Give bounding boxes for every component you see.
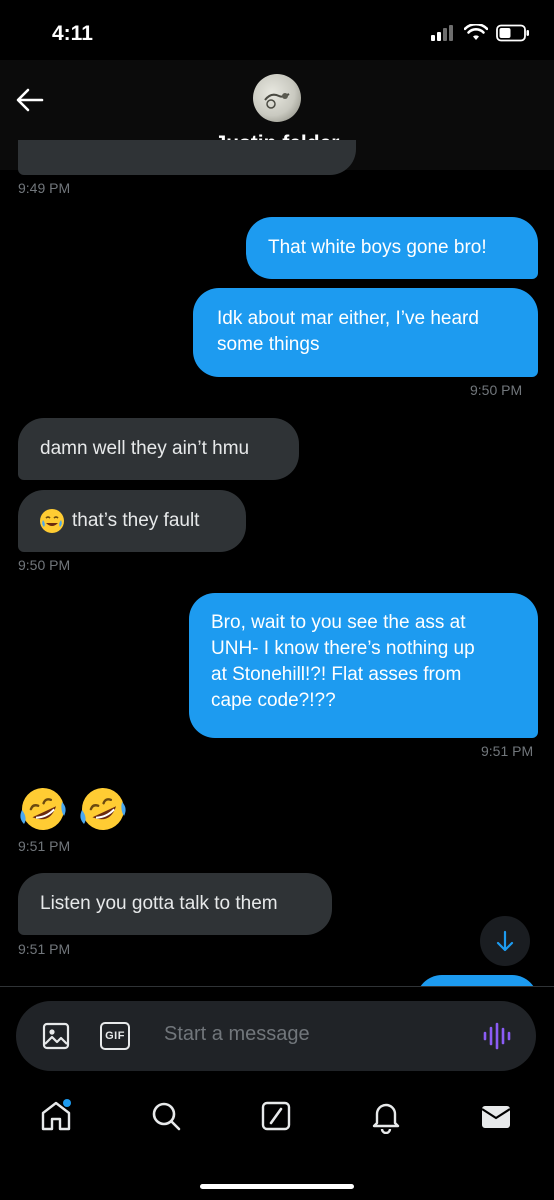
tab-home[interactable] <box>38 1098 74 1134</box>
tab-messages[interactable] <box>478 1098 514 1134</box>
message-text-line: cape code?!?? <box>211 690 336 711</box>
status-time: 4:11 <box>52 22 93 45</box>
image-icon[interactable] <box>42 1022 70 1050</box>
message-timestamp: 9:51 PM <box>18 941 71 957</box>
message-text: Listen you gotta talk to them <box>40 893 278 914</box>
bottom-tab-bar <box>0 1082 554 1200</box>
grok-icon <box>261 1101 291 1131</box>
message-text-line: UNH- I know there’s nothing up <box>211 638 475 659</box>
face-with-tears-of-joy-icon <box>40 509 64 533</box>
mail-icon <box>481 1106 511 1128</box>
message-text-line: Bro, wait to you see the ass at <box>211 612 466 633</box>
emoji-message[interactable] <box>18 784 130 834</box>
avatar[interactable] <box>253 74 301 122</box>
message-bubble-incoming[interactable]: damn well they ain’t hmu <box>18 418 299 480</box>
rolling-on-the-floor-laughing-icon <box>80 788 126 830</box>
tab-grok[interactable] <box>258 1098 294 1134</box>
message-text: damn well they ain’t hmu <box>40 438 250 459</box>
home-indicator <box>200 1184 354 1189</box>
tab-search[interactable] <box>148 1098 184 1134</box>
message-text-line: Idk about mar either, I’ve heard <box>217 308 479 329</box>
voice-message-icon[interactable] <box>482 1021 512 1051</box>
avatar-image-icon <box>264 93 290 109</box>
arrow-left-icon <box>16 88 44 112</box>
message-timestamp: 9:51 PM <box>18 838 71 854</box>
gif-label: GIF <box>105 1030 125 1042</box>
search-icon <box>152 1102 181 1131</box>
message-bubble-incoming[interactable]: Listen you gotta talk to them <box>18 873 332 935</box>
message-composer: GIF Start a message <box>16 1001 536 1071</box>
status-icons <box>430 24 530 42</box>
message-bubble-outgoing[interactable]: That white boys gone bro! <box>246 217 538 279</box>
message-input[interactable]: Start a message <box>164 1023 310 1046</box>
rolling-on-the-floor-laughing-icon <box>20 788 66 830</box>
composer-area: GIF Start a message <box>0 986 554 1083</box>
message-timestamp: 9:51 PM <box>481 743 534 759</box>
wifi-icon <box>464 24 488 40</box>
message-bubble-incoming[interactable]: that’s they fault <box>18 490 246 552</box>
message-timestamp: 9:50 PM <box>470 382 523 398</box>
message-bubble-outgoing[interactable]: Bro, wait to you see the ass at UNH- I k… <box>189 593 538 738</box>
message-text: that’s they fault <box>72 510 200 531</box>
message-text-line: some things <box>217 334 320 355</box>
tab-notifications[interactable] <box>368 1098 404 1135</box>
message-bubble-outgoing[interactable]: Idk about mar either, I’ve heard some th… <box>193 288 538 377</box>
message-text: That white boys gone bro! <box>268 237 487 258</box>
scroll-to-bottom-button[interactable] <box>480 916 530 966</box>
battery-icon <box>496 24 529 42</box>
bell-icon <box>372 1103 400 1135</box>
message-bubble-partial[interactable] <box>18 140 356 175</box>
message-timestamp: 9:50 PM <box>18 557 71 573</box>
message-text-line: at Stonehill!?! Flat asses from <box>211 664 462 685</box>
message-timestamp: 9:49 PM <box>18 180 71 196</box>
message-text-row: that’s they fault <box>40 508 224 534</box>
back-button[interactable] <box>14 84 46 116</box>
signal-icon <box>431 25 453 41</box>
gif-button[interactable]: GIF <box>100 1022 130 1050</box>
home-icon <box>41 1099 71 1131</box>
arrow-down-icon <box>496 930 514 952</box>
